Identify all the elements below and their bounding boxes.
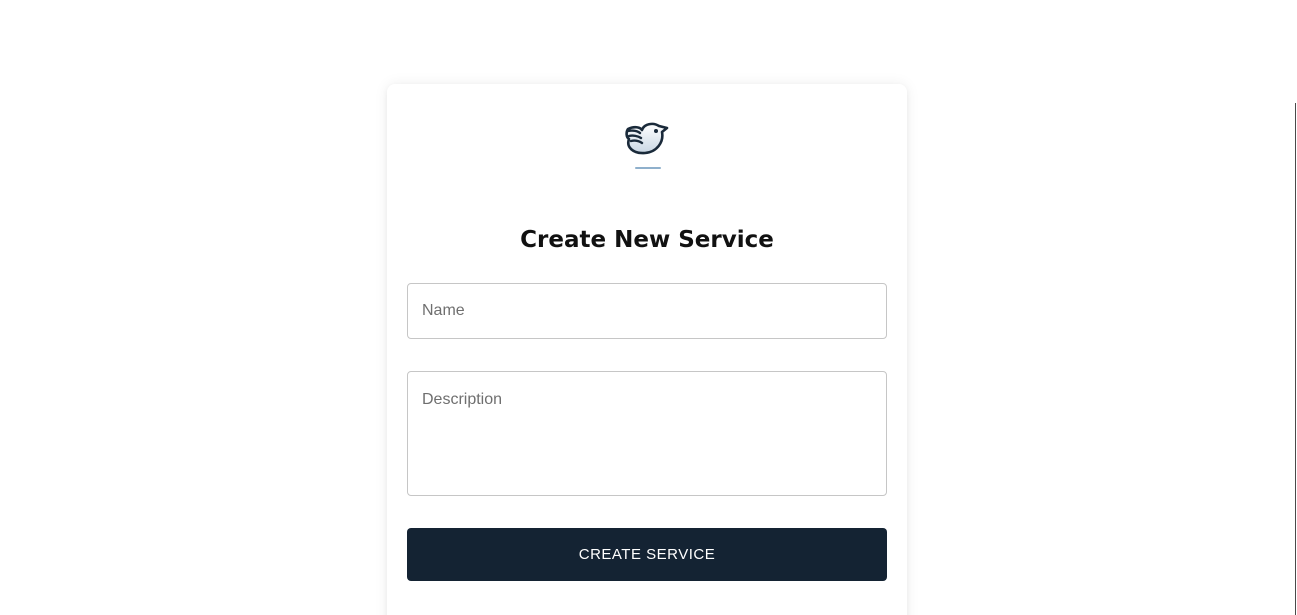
create-service-button[interactable]: CREATE SERVICE (407, 528, 887, 581)
scrollbar[interactable] (1295, 103, 1296, 615)
create-service-card: Create New Service CREATE SERVICE (387, 84, 907, 615)
description-textarea[interactable] (407, 371, 887, 496)
page: Create New Service CREATE SERVICE (0, 0, 1297, 615)
page-title: Create New Service (520, 227, 774, 253)
bird-logo-icon (623, 120, 673, 172)
name-input[interactable] (407, 283, 887, 339)
